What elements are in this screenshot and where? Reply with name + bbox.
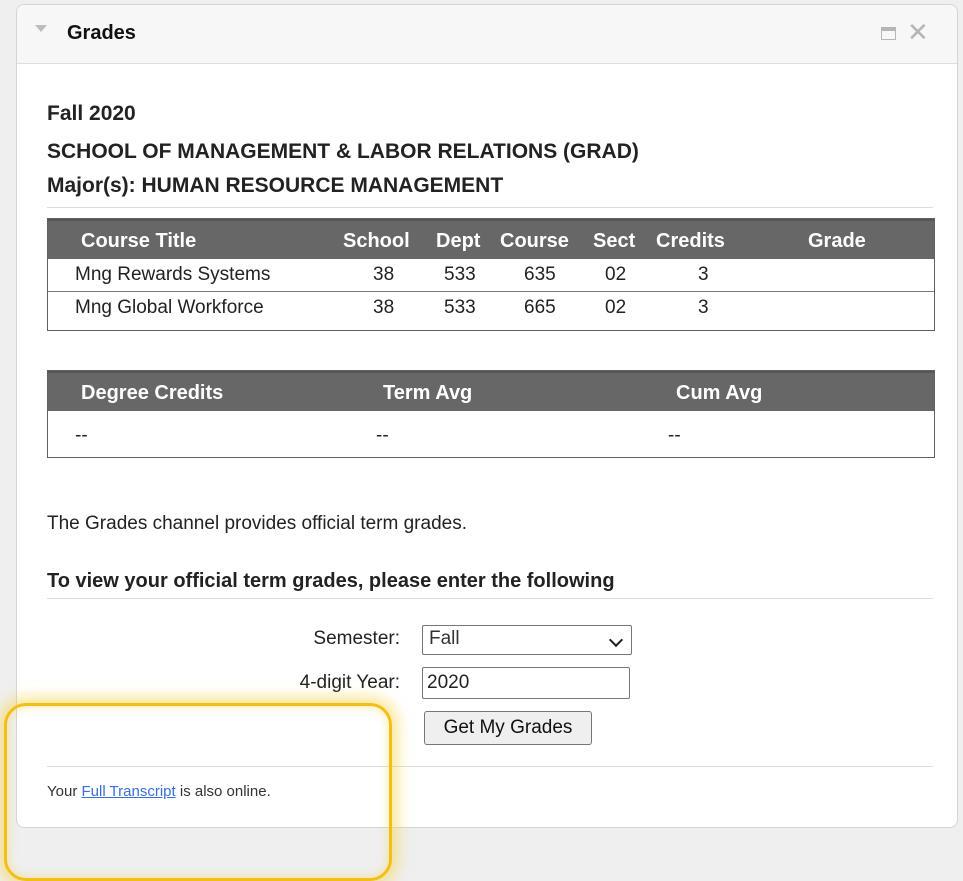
header-grade: Grade bbox=[808, 230, 866, 252]
major-heading: Major(s): HUMAN RESOURCE MANAGEMENT bbox=[47, 174, 504, 197]
course-title: Mng Global Workforce bbox=[75, 297, 264, 318]
divider bbox=[47, 598, 933, 599]
header-cum-avg: Cum Avg bbox=[676, 382, 763, 404]
header-course: Course bbox=[500, 230, 569, 252]
header-school: School bbox=[343, 230, 410, 252]
header-sect: Sect bbox=[593, 230, 636, 252]
header-dept: Dept bbox=[436, 230, 481, 252]
course-dept: 533 bbox=[444, 297, 476, 318]
channel-description: The Grades channel provides official ter… bbox=[47, 513, 467, 534]
courses-table: Course Title School Dept Course Sect Cre… bbox=[47, 218, 935, 331]
course-school: 38 bbox=[373, 297, 395, 318]
summary-table-header: Degree Credits Term Avg Cum Avg bbox=[48, 371, 934, 411]
course-title: Mng Rewards Systems bbox=[75, 264, 271, 285]
term-heading: Fall 2020 bbox=[47, 102, 136, 125]
header-course-title: Course Title bbox=[81, 230, 197, 252]
channel-header: Grades ✕ bbox=[17, 5, 957, 64]
header-degree-credits: Degree Credits bbox=[81, 382, 224, 404]
table-row: Mng Global Workforce 38 533 665 02 3 bbox=[48, 291, 934, 324]
maximize-icon[interactable] bbox=[881, 27, 896, 40]
semester-label: Semester: bbox=[313, 628, 400, 649]
header-term-avg: Term Avg bbox=[383, 382, 473, 404]
cum-avg-value: -- bbox=[668, 425, 681, 446]
get-my-grades-button[interactable]: Get My Grades bbox=[424, 711, 592, 745]
table-row: Mng Rewards Systems 38 533 635 02 3 bbox=[48, 259, 934, 291]
table-row: -- -- -- bbox=[48, 411, 934, 457]
year-label: 4-digit Year: bbox=[299, 672, 400, 693]
courses-table-header: Course Title School Dept Course Sect Cre… bbox=[48, 219, 934, 259]
term-avg-value: -- bbox=[376, 425, 389, 446]
header-credits: Credits bbox=[656, 230, 725, 252]
course-sect: 02 bbox=[605, 264, 627, 285]
course-school: 38 bbox=[373, 264, 395, 285]
school-heading: SCHOOL OF MANAGEMENT & LABOR RELATIONS (… bbox=[47, 140, 639, 163]
course-number: 665 bbox=[524, 297, 556, 318]
course-credits: 3 bbox=[698, 264, 709, 285]
semester-select[interactable]: Fall bbox=[422, 625, 632, 655]
year-input[interactable] bbox=[422, 667, 630, 699]
close-icon[interactable]: ✕ bbox=[907, 19, 929, 45]
divider bbox=[47, 207, 933, 208]
form-instruction: To view your official term grades, pleas… bbox=[47, 570, 615, 592]
course-dept: 533 bbox=[444, 264, 476, 285]
collapse-triangle-icon[interactable] bbox=[35, 25, 47, 32]
semester-selected-value: Fall bbox=[429, 628, 460, 649]
course-sect: 02 bbox=[605, 297, 627, 318]
degree-credits-value: -- bbox=[75, 425, 88, 446]
channel-title: Grades bbox=[67, 22, 136, 44]
course-number: 635 bbox=[524, 264, 556, 285]
chevron-down-icon bbox=[608, 632, 624, 648]
summary-table: Degree Credits Term Avg Cum Avg -- -- -- bbox=[47, 370, 935, 458]
highlight-annotation bbox=[4, 703, 392, 881]
course-credits: 3 bbox=[698, 297, 709, 318]
